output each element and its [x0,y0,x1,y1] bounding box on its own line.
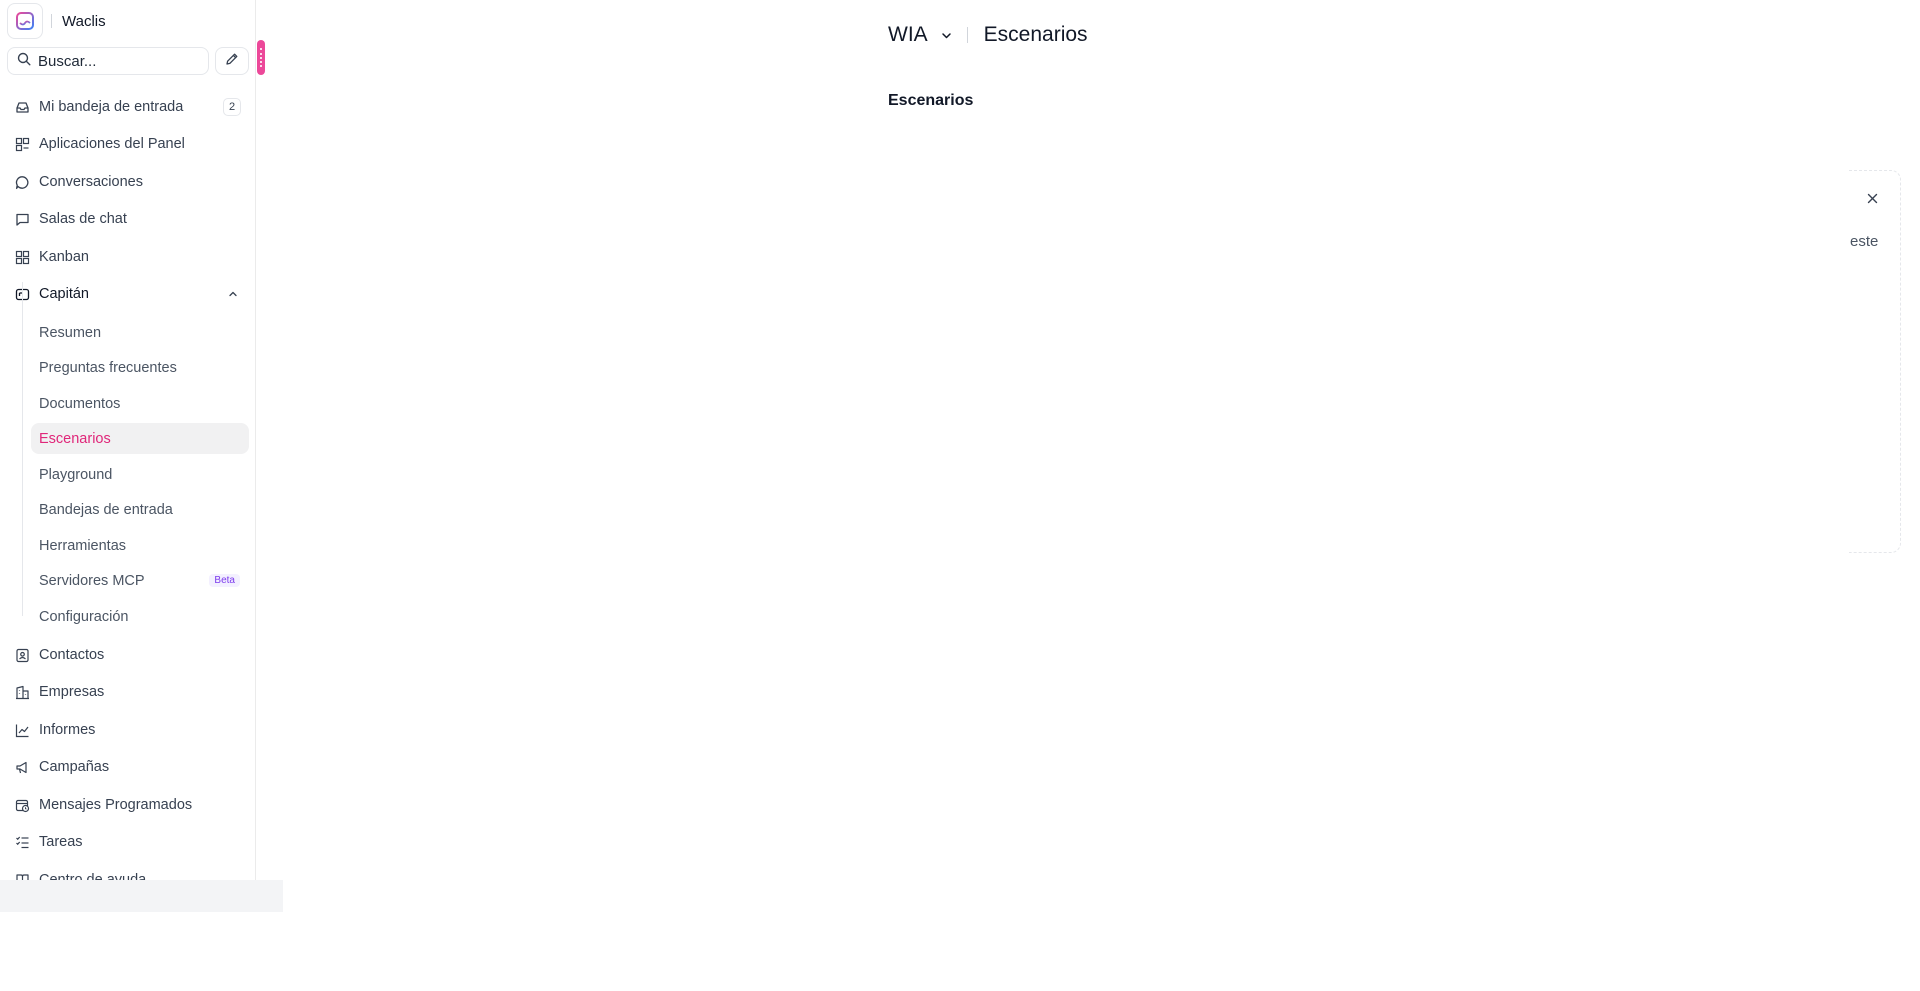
task-list-icon [15,835,30,850]
sidebar-footer [0,880,283,912]
sidebar-item-label: Conversaciones [39,174,143,190]
submenu-guide-line [22,282,23,616]
sidebar-item-label: Mi bandeja de entrada [39,99,184,115]
sidebar-subitem-label: Servidores MCP [39,572,145,589]
sidebar-item-scheduled-messages[interactable]: Mensajes Programados [7,790,249,820]
close-icon[interactable] [1864,190,1880,206]
brand-divider [51,14,52,28]
sidebar-item-label: Contactos [39,647,105,663]
chat-bubble-icon [15,175,30,190]
sidebar-item-chat-rooms[interactable]: Salas de chat [7,204,249,234]
building-icon [15,685,30,700]
sidebar-item-help-center[interactable]: Centro de ayuda [7,865,249,880]
sidebar-item-reports[interactable]: Informes [7,715,249,745]
line-chart-icon [15,723,30,738]
sidebar: Waclis Mi bandeja de entrada 2 Apl [0,0,256,880]
sidebar-item-companies[interactable]: Empresas [7,677,249,707]
sidebar-item-label: Informes [39,722,96,738]
section-title: Escenarios [888,92,974,109]
calendar-clock-icon [15,798,30,813]
sidebar-item-label: Capitán [39,286,89,302]
sidebar-item-label: Empresas [39,684,105,700]
sidebar-item-label: Campañas [39,759,110,775]
sidebar-item-campaigns[interactable]: Campañas [7,752,249,782]
sidebar-subitem-scenarios[interactable]: Escenarios [31,423,249,454]
sidebar-item-contacts[interactable]: Contactos [7,640,249,670]
contact-book-icon [15,648,30,663]
sidebar-item-kanban[interactable]: Kanban [7,242,249,272]
sidebar-subitem-faq[interactable]: Preguntas frecuentes [31,352,249,383]
sidebar-subitem-settings[interactable]: Configuración [31,601,249,632]
sidebar-resize-handle[interactable] [257,40,265,75]
sidebar-item-label: Mensajes Programados [39,797,193,813]
sidebar-item-captain[interactable]: Capitán [7,279,249,309]
logo-icon[interactable] [7,3,43,39]
sidebar-item-label: Aplicaciones del Panel [39,136,185,152]
brand: Waclis [7,3,106,39]
sidebar-item-inbox[interactable]: Mi bandeja de entrada 2 [7,92,249,122]
megaphone-icon [15,760,30,775]
search-row [7,47,249,75]
page-title: Escenarios [983,23,1088,46]
sidebar-item-label: Salas de chat [39,211,127,227]
message-square-icon [15,212,30,227]
pencil-icon [225,52,239,71]
scenario-placeholder-panel [1849,170,1901,553]
inbox-count-badge: 2 [223,98,241,116]
sidebar-subitem-tools[interactable]: Herramientas [31,530,249,561]
grid-icon [15,250,30,265]
apps-icon [15,137,30,152]
sidebar-subitem-inboxes[interactable]: Bandejas de entrada [31,494,249,525]
book-icon [15,873,30,880]
chevron-down-icon[interactable] [940,29,953,42]
sidebar-item-label: Kanban [39,249,89,265]
compose-button[interactable] [215,47,249,75]
panel-text: este [1850,233,1879,250]
sidebar-item-label: Tareas [39,834,83,850]
workspace-selector[interactable]: WIA [888,23,928,47]
search-icon [17,52,31,71]
header-divider [966,27,968,43]
beta-badge: Beta [209,574,240,587]
sidebar-subitem-playground[interactable]: Playground [31,459,249,490]
sidebar-item-label: Centro de ayuda [39,872,147,880]
sidebar-item-tasks[interactable]: Tareas [7,827,249,857]
account-name[interactable]: Waclis [62,13,106,30]
search-input[interactable] [38,52,198,70]
sidebar-subitem-resumen[interactable]: Resumen [31,317,249,348]
sidebar-item-conversations[interactable]: Conversaciones [7,167,249,197]
inbox-icon [15,100,30,115]
main-header: WIA Escenarios [888,20,1088,50]
sidebar-item-dashboard-apps[interactable]: Aplicaciones del Panel [7,129,249,159]
search-box[interactable] [7,47,209,75]
chevron-up-icon[interactable] [227,288,239,304]
sidebar-subitem-mcp-servers[interactable]: Servidores MCP Beta [31,565,249,596]
sidebar-subitem-documents[interactable]: Documentos [31,388,249,419]
